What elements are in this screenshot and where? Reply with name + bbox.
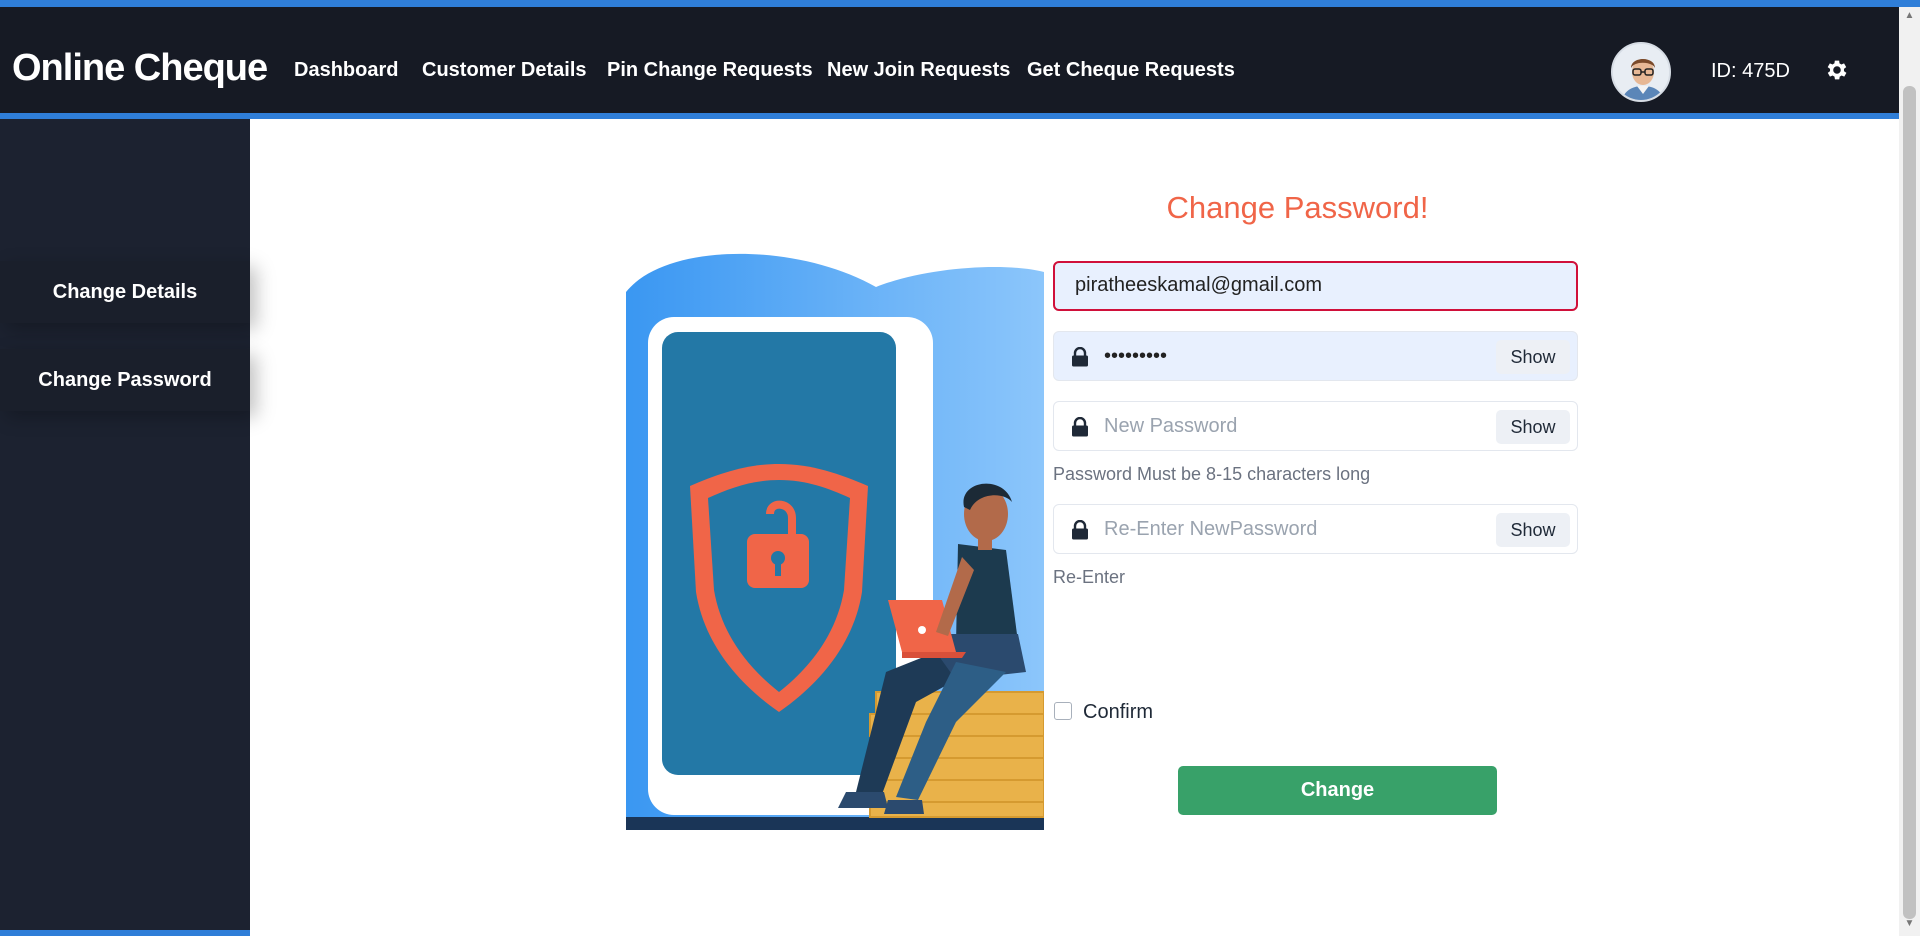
sidebar-bottom-line [0,930,250,936]
nav-pin-change-requests[interactable]: Pin Change Requests [607,59,813,82]
current-password-input[interactable] [1104,332,1464,380]
reenter-password-field[interactable]: Show [1053,504,1578,554]
sidebar-item-label: Change Details [52,280,198,303]
lock-icon [1072,347,1088,367]
lock-icon [1072,520,1088,540]
lock-icon [1072,417,1088,437]
top-accent-strip [0,0,1920,7]
brand-logo[interactable]: Online Cheque [12,47,268,90]
nav-new-join-requests[interactable]: New Join Requests [827,59,1010,82]
nav-get-cheque-requests[interactable]: Get Cheque Requests [1027,59,1235,82]
sidebar-item-change-password[interactable]: Change Password [0,349,250,411]
change-button[interactable]: Change [1178,766,1497,815]
user-id-label: ID: 475D [1711,60,1790,82]
sidebar-item-change-details[interactable]: Change Details [0,261,250,323]
security-illustration [626,253,1044,830]
page-title: Change Password! [1166,190,1429,225]
sidebar-item-label: Change Password [38,368,212,391]
scroll-down-arrow-icon[interactable]: ▼ [1903,918,1916,932]
new-password-field[interactable]: Show [1053,401,1578,451]
show-password-button[interactable]: Show [1496,340,1570,374]
nav-customer-details[interactable]: Customer Details [422,59,587,82]
show-new-password-button[interactable]: Show [1496,410,1570,444]
reenter-hint: Re-Enter [1053,567,1126,587]
new-password-input[interactable] [1104,402,1464,450]
reenter-password-input[interactable] [1104,505,1464,553]
email-field[interactable] [1053,261,1578,311]
scroll-up-arrow-icon[interactable]: ▲ [1903,10,1916,24]
nav-dashboard[interactable]: Dashboard [294,59,398,82]
avatar-portrait-icon [1613,44,1669,100]
top-navbar: Online Cheque Dashboard Customer Details… [0,7,1899,115]
gear-icon[interactable] [1824,57,1850,83]
avatar[interactable] [1611,42,1671,102]
show-reenter-password-button[interactable]: Show [1496,513,1570,547]
navbar-accent-line [0,113,1899,119]
confirm-label[interactable]: Confirm [1083,701,1153,724]
email-input[interactable] [1075,262,1555,308]
scrollbar-thumb[interactable] [1903,86,1916,919]
new-password-hint: Password Must be 8-15 characters long [1053,464,1371,484]
sidebar: Change Details Change Password [0,119,250,936]
confirm-checkbox[interactable] [1054,702,1072,720]
current-password-field[interactable]: Show [1053,331,1578,381]
